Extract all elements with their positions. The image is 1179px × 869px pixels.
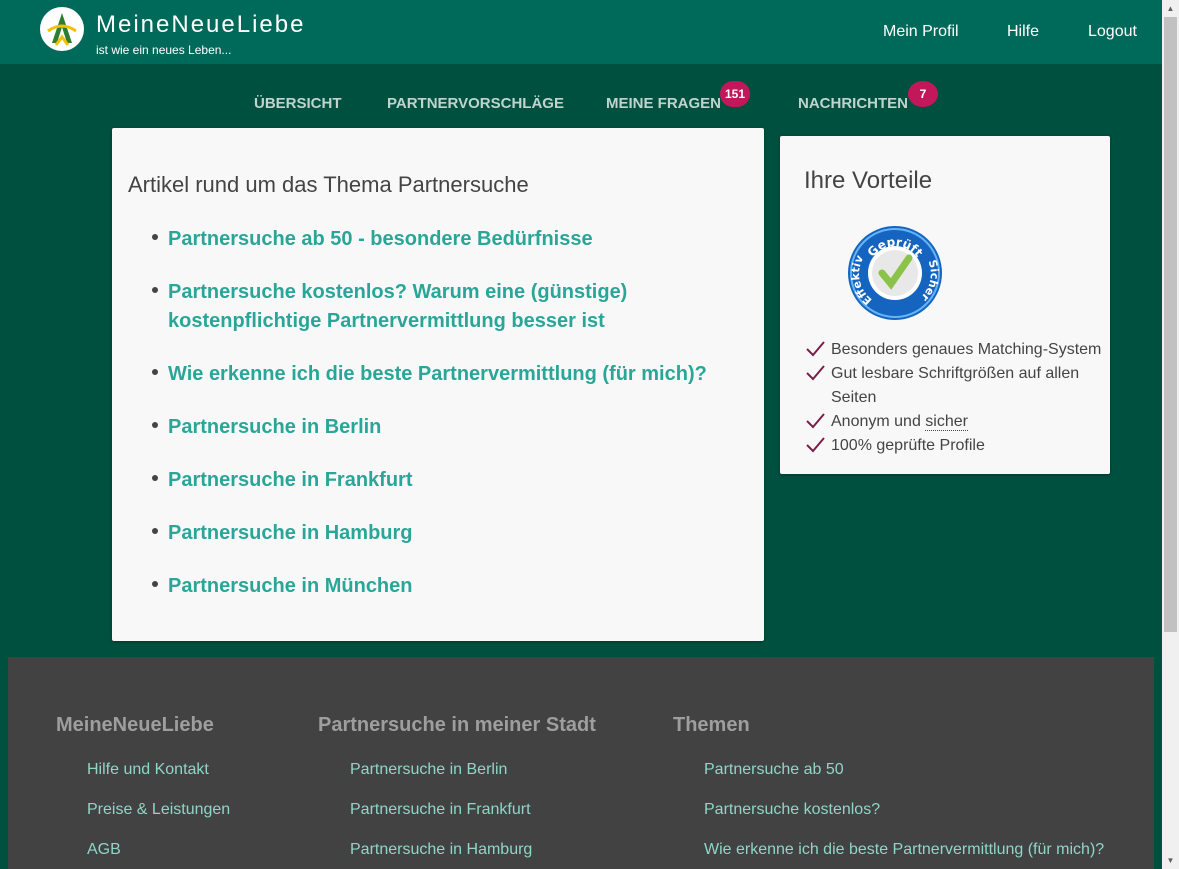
footer-link[interactable]: Partnersuche in Berlin — [350, 761, 507, 779]
article-link[interactable]: Partnersuche ab 50 - besondere Bedürfnis… — [168, 228, 593, 250]
bullet-icon — [152, 528, 158, 534]
list-item: Partnersuche in Frankfurt — [152, 466, 752, 495]
profile-link[interactable]: Mein Profil — [883, 23, 959, 41]
brand-name[interactable]: MeineNeueLiebe — [96, 11, 305, 39]
bullet-icon — [152, 369, 158, 375]
benefit-tooltip-term[interactable]: sicher — [925, 413, 968, 431]
logout-link[interactable]: Logout — [1088, 23, 1137, 41]
article-link[interactable]: Partnersuche in München — [168, 575, 413, 597]
benefits-title: Ihre Vorteile — [804, 167, 933, 194]
footer-link[interactable]: Partnersuche ab 50 — [704, 761, 844, 779]
footer-link[interactable]: Partnersuche kostenlos? — [704, 801, 880, 819]
articles-card: Artikel rund um das Thema Partnersuche P… — [112, 128, 764, 641]
footer-col3-title: Themen — [673, 714, 750, 736]
bullet-icon — [152, 234, 158, 240]
help-link[interactable]: Hilfe — [1007, 23, 1039, 41]
article-link[interactable]: Partnersuche in Frankfurt — [168, 469, 413, 491]
footer-link[interactable]: Partnersuche in Hamburg — [350, 841, 532, 859]
list-item: 100% geprüfte Profile — [805, 434, 1105, 458]
articles-title: Artikel rund um das Thema Partnersuche — [128, 172, 529, 197]
questions-count-badge: 151 — [720, 81, 750, 107]
article-link[interactable]: Partnersuche kostenlos? Warum eine (güns… — [168, 281, 627, 332]
footer-link[interactable]: Hilfe und Kontakt — [87, 761, 209, 779]
tab-partner-suggestions[interactable]: PARTNERVORSCHLÄGE — [387, 95, 564, 112]
benefit-text: Gut lesbare Schriftgrößen auf allen Seit… — [831, 365, 1080, 406]
brand-tagline: ist wie ein neues Leben... — [96, 43, 232, 57]
article-link[interactable]: Partnersuche in Hamburg — [168, 522, 413, 544]
footer-col1-title: MeineNeueLiebe — [56, 714, 214, 736]
footer: MeineNeueLiebe Hilfe und Kontakt Preise … — [8, 657, 1154, 869]
bullet-icon — [152, 581, 158, 587]
footer-link[interactable]: Wie erkenne ich die beste Partnervermitt… — [704, 841, 1104, 859]
footer-col2-title: Partnersuche in meiner Stadt — [318, 714, 596, 736]
scroll-up-icon[interactable]: ▲ — [1162, 0, 1179, 17]
list-item: Partnersuche in Hamburg — [152, 519, 752, 548]
bullet-icon — [152, 422, 158, 428]
benefits-card: Ihre Vorteile Geprüft Effektiv Sicher Be… — [780, 136, 1110, 474]
footer-link[interactable]: Partnersuche in Frankfurt — [350, 801, 531, 819]
top-header: MeineNeueLiebe ist wie ein neues Leben..… — [0, 0, 1162, 64]
list-item: Partnersuche kostenlos? Warum eine (güns… — [152, 278, 752, 336]
tab-messages[interactable]: NACHRICHTEN — [798, 95, 908, 112]
footer-link[interactable]: Preise & Leistungen — [87, 801, 230, 819]
list-item: Partnersuche in München — [152, 572, 752, 601]
list-item: Anonym und sicher — [805, 410, 1105, 434]
scrollbar[interactable]: ▲ ▼ — [1162, 0, 1179, 869]
benefit-text: Besonders genaues Matching-System — [831, 341, 1102, 358]
check-icon — [806, 437, 825, 453]
list-item: Gut lesbare Schriftgrößen auf allen Seit… — [805, 362, 1105, 410]
benefit-list: Besonders genaues Matching-System Gut le… — [805, 338, 1105, 458]
seal-icon: Geprüft Effektiv Sicher — [846, 224, 944, 322]
article-link[interactable]: Wie erkenne ich die beste Partnervermitt… — [168, 363, 707, 385]
bullet-icon — [152, 287, 158, 293]
list-item: Partnersuche in Berlin — [152, 413, 752, 442]
bullet-icon — [152, 475, 158, 481]
tab-my-questions[interactable]: MEINE FRAGEN — [606, 95, 721, 112]
benefit-text: Anonym und — [831, 413, 921, 430]
messages-count-badge: 7 — [908, 81, 938, 107]
tab-overview[interactable]: ÜBERSICHT — [254, 95, 342, 112]
brand-logo-icon[interactable] — [40, 7, 84, 51]
list-item: Partnersuche ab 50 - besondere Bedürfnis… — [152, 225, 752, 254]
scroll-down-icon[interactable]: ▼ — [1162, 852, 1179, 869]
list-item: Besonders genaues Matching-System — [805, 338, 1105, 362]
scroll-thumb[interactable] — [1164, 17, 1177, 632]
check-icon — [806, 365, 825, 381]
list-item: Wie erkenne ich die beste Partnervermitt… — [152, 360, 752, 389]
article-list: Partnersuche ab 50 - besondere Bedürfnis… — [152, 225, 752, 625]
footer-link[interactable]: AGB — [87, 841, 121, 859]
article-link[interactable]: Partnersuche in Berlin — [168, 416, 381, 438]
benefit-text: 100% geprüfte Profile — [831, 437, 985, 454]
check-icon — [806, 341, 825, 357]
check-icon — [806, 413, 825, 429]
